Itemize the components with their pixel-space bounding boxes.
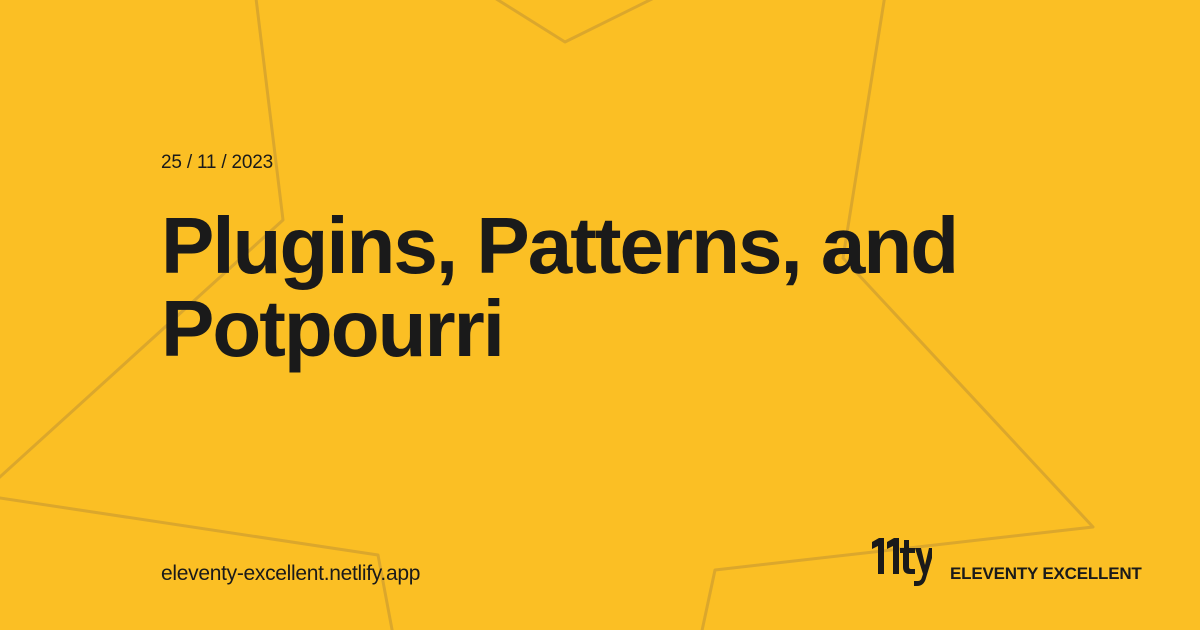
post-title-line-2: Potpourri [161, 284, 505, 373]
eleventy-logo-icon [872, 538, 932, 586]
post-title-line-1: Plugins, Patterns, and [161, 201, 959, 290]
social-card: 25 / 11 / 2023 Plugins, Patterns, and Po… [0, 0, 1200, 630]
eleventy-logo-one-first [872, 538, 884, 574]
post-date: 25 / 11 / 2023 [161, 152, 273, 173]
eleventy-logo-t [900, 540, 915, 574]
brand-lockup: ELEVENTY EXCELLENT [870, 534, 1142, 590]
star-outline-line [495, 0, 654, 44]
brand-name: ELEVENTY EXCELLENT [950, 564, 1142, 583]
post-title: Plugins, Patterns, and Potpourri [161, 204, 1061, 370]
eleventy-logo-one-second [887, 538, 899, 574]
eleventy-logo-y [914, 548, 932, 586]
site-url: eleventy-excellent.netlify.app [161, 562, 421, 585]
